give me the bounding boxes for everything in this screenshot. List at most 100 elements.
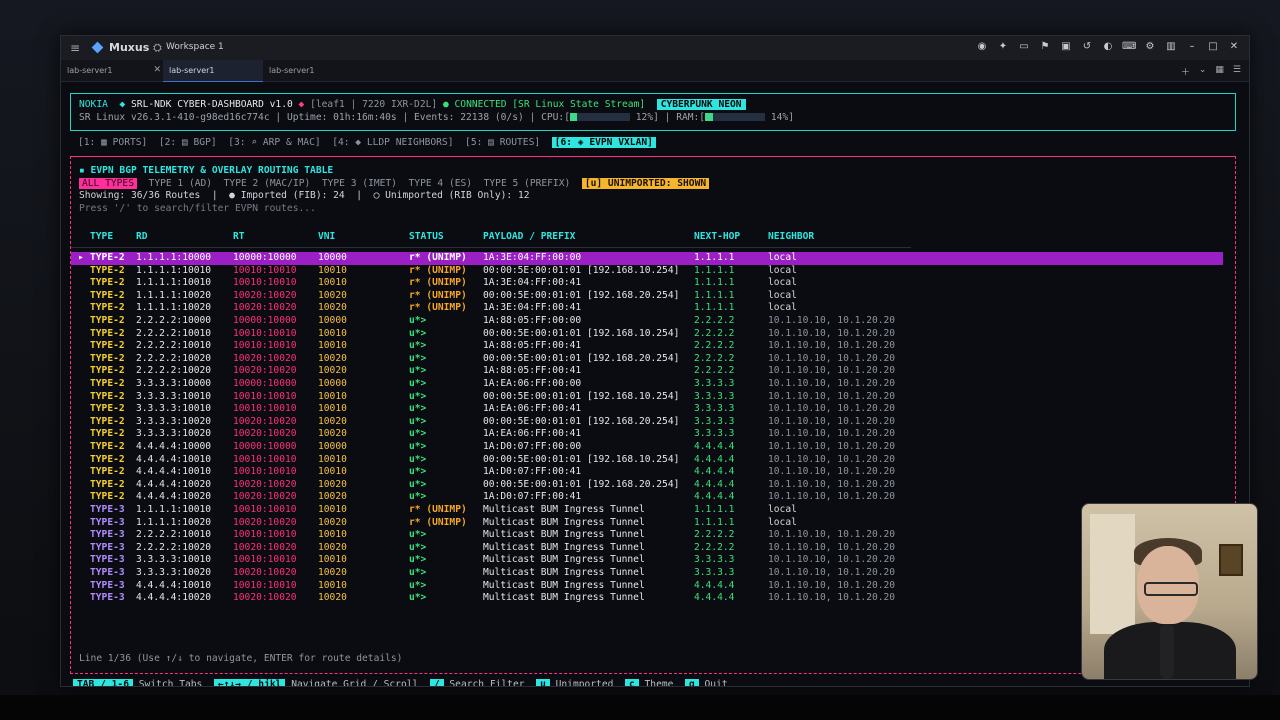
tab-lab-server1-c[interactable]: lab-server1 [263,60,363,81]
col-payload: PAYLOAD / PREFIX [483,231,576,242]
table-row[interactable]: TYPE-2 1.1.1.1:10010 10010:10010 10010 r* (U… [71,277,1223,290]
hamburger-menu-icon[interactable]: ≡ [70,41,80,55]
route-vni: 10010 [318,390,347,402]
table-row[interactable]: TYPE-2 4.4.4.4:10000 10000:10000 10000 u*> 1A… [71,441,1223,454]
route-rd: 3.3.3.3:10020 [136,567,212,578]
route-nexthop: 2.2.2.2 [694,541,735,553]
table-row[interactable]: TYPE-3 3.3.3.3:10020 10020:10020 10020 u*> Mu… [71,567,1223,580]
table-row[interactable]: TYPE-2 3.3.3.3:10020 10020:10020 10020 u*> 1A… [71,428,1223,441]
table-row[interactable]: TYPE-2 4.4.4.4:10010 10010:10010 10010 u*> 00… [71,454,1223,467]
monitor-icon[interactable]: ▣ [1059,40,1073,54]
notification-icon[interactable]: ⚑ [1038,40,1052,54]
route-nexthop: 3.3.3.3 [694,378,735,389]
table-row[interactable]: TYPE-2 2.2.2.2:10020 10020:10020 10020 u*> 00… [71,353,1223,366]
table-row[interactable]: TYPE-2 3.3.3.3:10010 10010:10010 10010 u*> 1A… [71,403,1223,416]
close-icon[interactable]: ✕ [1227,40,1241,54]
tab-lldp[interactable]: [4: ◆ LLDP NEIGHBORS] [332,137,453,148]
table-row[interactable]: TYPE-2 2.2.2.2:10010 10010:10010 10010 u*> 00… [71,328,1223,341]
workspace-selector[interactable]: Workspace 1 [166,42,224,52]
route-payload: 1A:3E:04:FF:00:00 [483,252,582,263]
tab-lab-server1-b[interactable]: lab-server1 [163,60,263,82]
filter-all[interactable]: ALL TYPES [79,178,137,189]
table-row[interactable]: TYPE-3 2.2.2.2:10010 10010:10010 10010 u*> Mu… [71,529,1223,542]
table-row[interactable]: TYPE-3 4.4.4.4:10010 10010:10010 10010 u*> Mu… [71,580,1223,593]
route-rd: 2.2.2.2:10010 [136,340,212,352]
route-nexthop: 2.2.2.2 [694,352,735,364]
cpu-label: CPU:[ [541,112,570,123]
table-row[interactable]: TYPE-3 1.1.1.1:10010 10010:10010 10010 r* (U… [71,504,1223,517]
route-vni: 10010 [318,264,347,276]
route-nexthop: 3.3.3.3 [694,554,735,566]
brand: NOKIA [79,99,108,110]
minimize-icon[interactable]: – [1185,40,1199,54]
route-neighbor: 10.1.10.10, 10.1.20.20 [768,592,896,604]
route-rt: 10010:10010 [233,529,297,541]
terminal-content[interactable]: NOKIA ◆ SRL-NDK CYBER-DASHBOARD v1.0 ◆ [… [61,82,1249,686]
table-row[interactable]: TYPE-2 1.1.1.1:10010 10010:10010 10010 r* (U… [71,265,1223,278]
col-status: STATUS [409,231,444,242]
tab-bgp[interactable]: [2: ▤ BGP] [159,137,217,148]
evpn-panel: ▪ EVPN BGP TELEMETRY & OVERLAY ROUTING T… [70,156,1236,674]
table-row[interactable]: TYPE-2 2.2.2.2:10020 10020:10020 10020 u*> 1A… [71,365,1223,378]
route-type: TYPE-2 [90,365,125,377]
chevron-down-icon[interactable]: ⌄ [1199,65,1207,78]
route-vni: 10010 [318,579,347,591]
table-row[interactable]: TYPE-2 1.1.1.1:10020 10020:10020 10020 r* (U… [71,290,1223,303]
route-rd: 3.3.3.3:10000 [136,378,212,389]
filter-type1[interactable]: TYPE 1 (AD) [149,178,213,189]
table-row[interactable]: TYPE-2 3.3.3.3:10010 10010:10010 10010 u*> 00… [71,391,1223,404]
col-nexthop: NEXT-HOP [694,231,741,242]
folder-icon[interactable]: ▭ [1017,40,1031,54]
table-row[interactable]: TYPE-2 4.4.4.4:10020 10020:10020 10020 u*> 00… [71,479,1223,492]
tab-close-icon[interactable]: ✕ [153,60,161,81]
table-row[interactable]: TYPE-2 4.4.4.4:10020 10020:10020 10020 u*> 1A… [71,491,1223,504]
bolt-icon[interactable]: ✦ [996,40,1010,54]
table-row[interactable]: TYPE-2 4.4.4.4:10010 10010:10010 10010 u*> 1A… [71,466,1223,479]
history-icon[interactable]: ↺ [1080,40,1094,54]
key-unimported: u [536,679,550,686]
route-rt: 10010:10010 [233,403,297,415]
unimported-toggle[interactable]: [u] UNIMPORTED: SHOWN [581,178,710,189]
new-tab-icon[interactable]: ＋ [1181,65,1190,78]
split-icon[interactable]: ▥ [1164,40,1178,54]
route-vni: 10020 [318,592,347,604]
tab-evpn-vxlan[interactable]: [6: ◈ EVPN VXLAN] [551,137,656,148]
route-nexthop: 4.4.4.4 [694,466,735,478]
route-status: u*> [409,378,427,389]
filter-type3[interactable]: TYPE 3 (IMET) [322,178,397,189]
maximize-icon[interactable]: □ [1206,40,1220,54]
title-bar: ≡ Muxus ⛭ Workspace 1 ◉ ✦ ▭ ⚑ ▣ ↺ ◐ ⌨ ⚙ … [61,36,1249,60]
settings-icon[interactable]: ⚙ [1143,40,1157,54]
table-row[interactable]: TYPE-2 2.2.2.2:10000 10000:10000 10000 u*> 1A… [71,315,1223,328]
table-row[interactable]: TYPE-2 1.1.1.1:10020 10020:10020 10020 r* (U… [71,302,1223,315]
table-row[interactable]: TYPE-3 2.2.2.2:10020 10020:10020 10020 u*> Mu… [71,542,1223,555]
table-row[interactable]: TYPE-2 3.3.3.3:10020 10020:10020 10020 u*> 00… [71,416,1223,429]
table-row[interactable]: TYPE-3 3.3.3.3:10010 10010:10010 10010 u*> Mu… [71,554,1223,567]
list-icon[interactable]: ☰ [1233,65,1241,78]
table-row[interactable]: TYPE-3 1.1.1.1:10020 10020:10020 10020 r* (U… [71,517,1223,530]
broadcast-icon[interactable]: ◉ [975,40,989,54]
line-info: Line 1/36 (Use ↑/↓ to navigate, ENTER fo… [79,653,403,664]
tab-lab-server1-a[interactable]: lab-server1 ✕ [61,60,167,81]
filter-type4[interactable]: TYPE 4 (ES) [409,178,473,189]
table-row[interactable]: TYPE-2 2.2.2.2:10010 10010:10010 10010 u*> 1A… [71,340,1223,353]
tab-routes[interactable]: [5: ▤ ROUTES] [465,137,540,148]
table-row[interactable]: TYPE-3 4.4.4.4:10020 10020:10020 10020 u*> Mu… [71,592,1223,605]
filter-type5[interactable]: TYPE 5 (PREFIX) [484,178,571,189]
table-row[interactable]: TYPE-2 3.3.3.3:10000 10000:10000 10000 u*> 1A… [71,378,1223,391]
route-type: TYPE-2 [90,478,125,490]
grid-icon[interactable]: ▦ [1215,65,1224,78]
dashboard-title: SRL-NDK CYBER-DASHBOARD v1.0 [131,99,293,110]
tab-arp-mac[interactable]: [3: ⌕ ARP & MAC] [228,137,320,148]
route-vni: 10020 [318,302,347,314]
route-nexthop: 4.4.4.4 [694,491,735,503]
theme-icon[interactable]: ◐ [1101,40,1115,54]
panel-title: ▪ EVPN BGP TELEMETRY & OVERLAY ROUTING T… [79,165,334,176]
filter-type2[interactable]: TYPE 2 (MAC/IP) [224,178,311,189]
tab-ports[interactable]: [1: ▦ PORTS] [78,137,147,148]
route-rt: 10000:10000 [233,378,297,389]
keyboard-icon[interactable]: ⌨ [1122,40,1136,54]
route-rd: 3.3.3.3:10020 [136,415,212,427]
route-payload: 00:00:5E:00:01:01 [192.168.20.254] [483,289,680,301]
table-row[interactable]: ▸ TYPE-2 1.1.1.1:10000 10000:10000 10000 r* (… [71,252,1223,265]
